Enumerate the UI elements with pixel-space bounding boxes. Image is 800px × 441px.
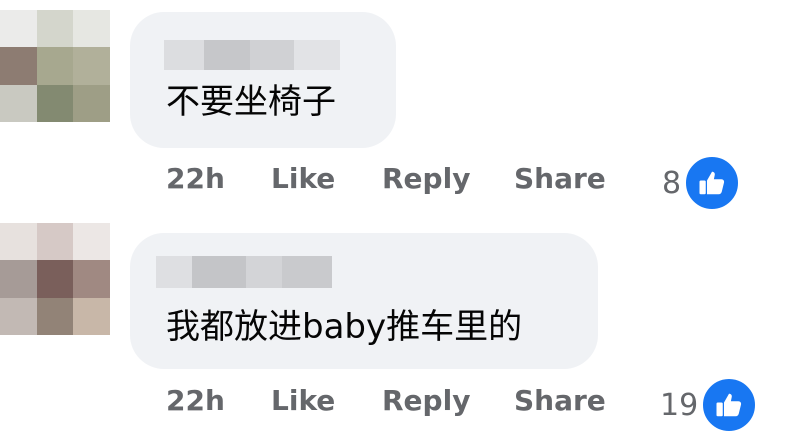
comment-timestamp: 22h [166, 384, 225, 417]
comment-text: 不要坐椅子 [166, 82, 336, 122]
comment-actions: 22h Like Reply Share [166, 384, 626, 424]
comment-2: 我都放进baby推车里的 22h Like Reply Share 19 [0, 220, 800, 440]
reply-link[interactable]: Reply [382, 162, 470, 195]
like-link[interactable]: Like [271, 162, 335, 195]
share-link[interactable]: Share [514, 162, 606, 195]
author-name-blurred[interactable] [164, 40, 340, 70]
author-name-blurred[interactable] [156, 256, 332, 288]
thumbs-up-icon [683, 154, 742, 212]
reaction-count: 8 [662, 165, 682, 201]
like-link[interactable]: Like [271, 384, 335, 417]
comment-actions: 22h Like Reply Share [166, 162, 626, 202]
comment-1: 不要坐椅子 22h Like Reply Share 8 [0, 0, 800, 220]
reply-link[interactable]: Reply [382, 384, 470, 417]
reaction-summary[interactable]: 19 [660, 376, 759, 434]
thumbs-up-icon [700, 376, 759, 434]
avatar[interactable] [0, 223, 110, 335]
reaction-count: 19 [660, 387, 699, 423]
reaction-summary[interactable]: 8 [662, 154, 742, 212]
comment-text: 我都放进baby推车里的 [166, 307, 523, 347]
comment-bubble: 我都放进baby推车里的 [130, 233, 598, 369]
comment-timestamp: 22h [166, 162, 225, 195]
comment-bubble: 不要坐椅子 [130, 12, 396, 148]
avatar[interactable] [0, 10, 110, 122]
share-link[interactable]: Share [514, 384, 606, 417]
